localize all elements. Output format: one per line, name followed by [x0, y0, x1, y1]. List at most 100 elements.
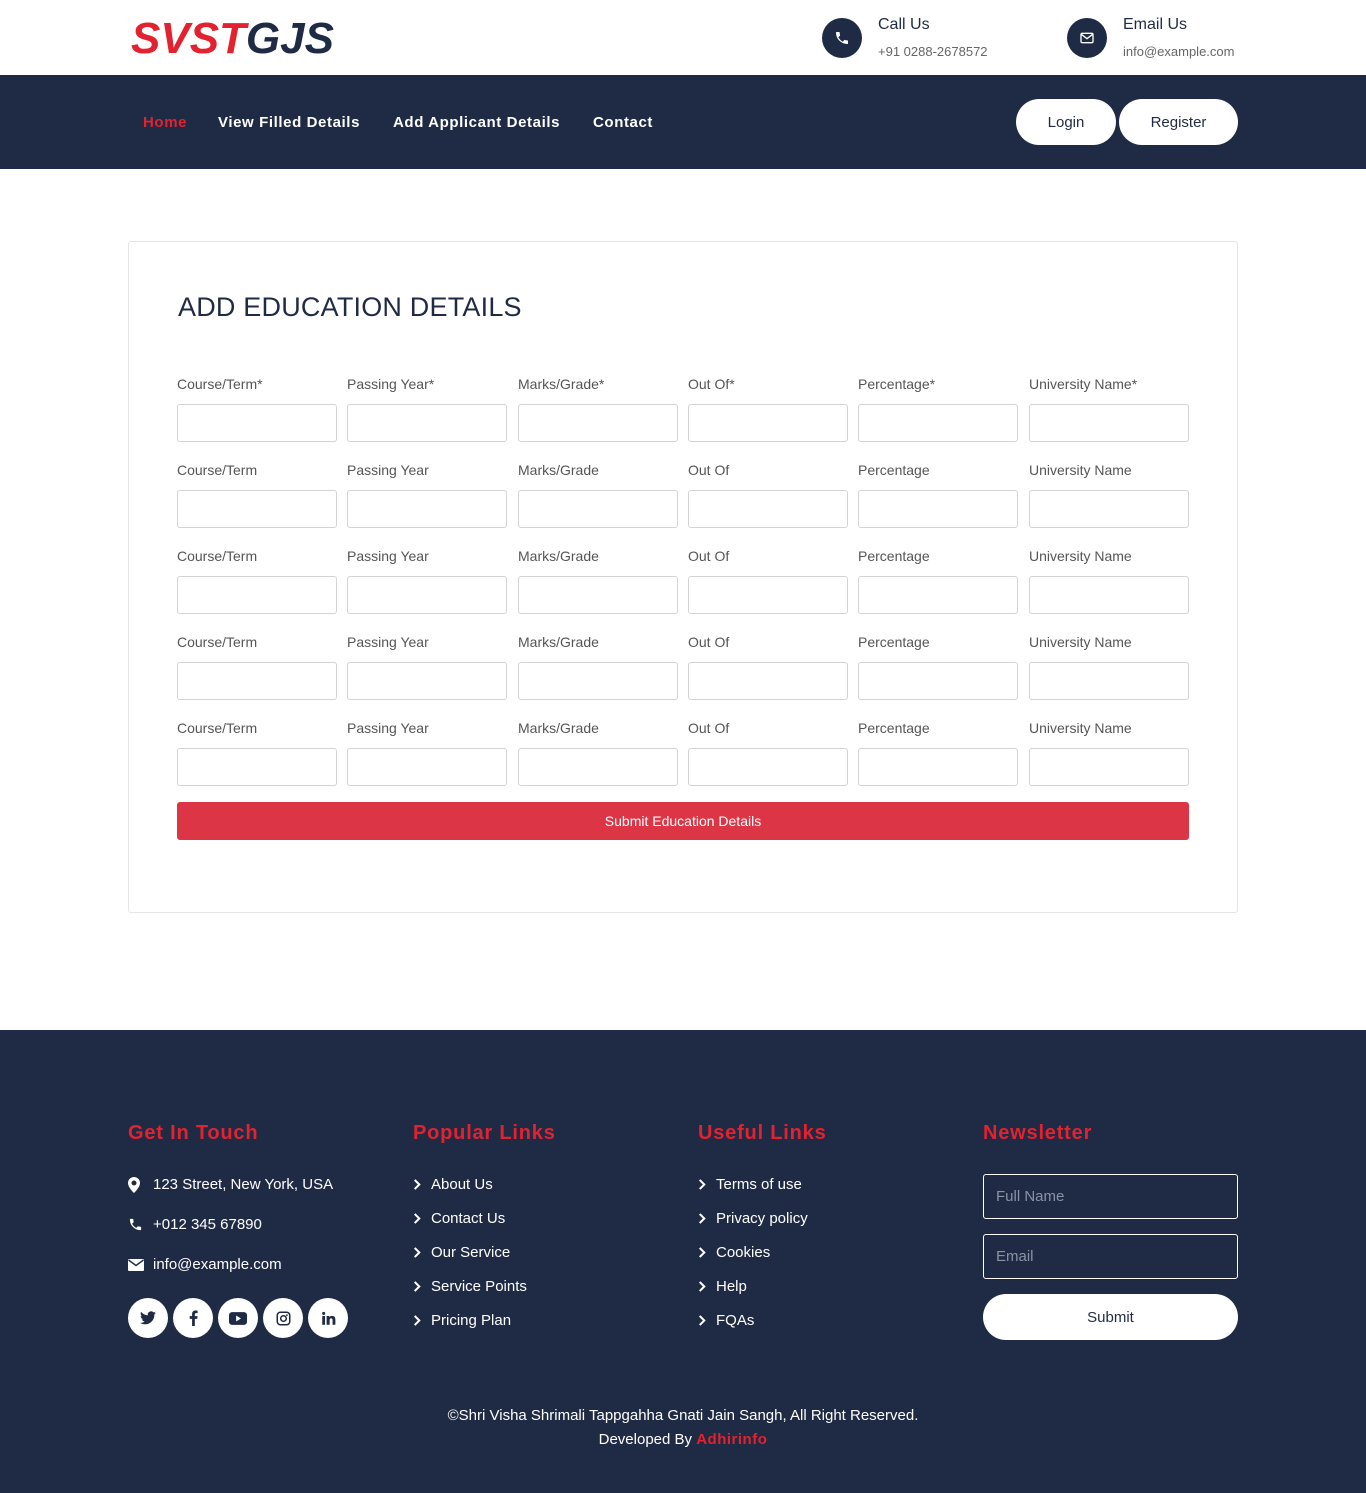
register-button[interactable]: Register — [1119, 99, 1238, 145]
percentage-input[interactable] — [858, 662, 1018, 700]
footer-address: 123 Street, New York, USA — [128, 1176, 333, 1193]
nav-contact[interactable]: Contact — [593, 114, 653, 131]
chevron-right-icon — [698, 1213, 716, 1224]
percentage-input[interactable] — [858, 404, 1018, 442]
marks-grade-input[interactable] — [518, 748, 678, 786]
university-name-input[interactable] — [1029, 490, 1189, 528]
newsletter-email-input[interactable] — [983, 1234, 1238, 1279]
call-us-title: Call Us — [878, 16, 930, 33]
popular-link-label: Pricing Plan — [431, 1312, 512, 1329]
envelope-icon — [1067, 18, 1107, 58]
useful-link[interactable]: Terms of use — [698, 1176, 802, 1193]
nav-home[interactable]: Home — [143, 114, 187, 131]
popular-link[interactable]: About Us — [413, 1176, 493, 1193]
university-name-input[interactable] — [1029, 576, 1189, 614]
marks-grade-label: Marks/Grade — [518, 548, 599, 564]
page-title: ADD EDUCATION DETAILS — [178, 292, 522, 322]
out-of-input[interactable] — [688, 404, 848, 442]
passing-year-label: Passing Year — [347, 634, 429, 650]
useful-link-label: Privacy policy — [716, 1210, 808, 1227]
passing-year-input[interactable] — [347, 404, 507, 442]
useful-link[interactable]: Help — [698, 1278, 747, 1295]
university-name-label: University Name — [1029, 720, 1132, 736]
university-name-input[interactable] — [1029, 748, 1189, 786]
footer-email-text: info@example.com — [153, 1256, 282, 1273]
course-term-input[interactable] — [177, 404, 337, 442]
university-name-input[interactable] — [1029, 662, 1189, 700]
education-form-card: ADD EDUCATION DETAILS Course/Term* Passin… — [128, 241, 1238, 913]
out-of-input[interactable] — [688, 490, 848, 528]
useful-link[interactable]: FQAs — [698, 1312, 754, 1329]
useful-link[interactable]: Cookies — [698, 1244, 770, 1261]
submit-education-button[interactable]: Submit Education Details — [177, 802, 1189, 840]
popular-link-label: Contact Us — [431, 1210, 506, 1227]
passing-year-input[interactable] — [347, 576, 507, 614]
passing-year-input[interactable] — [347, 748, 507, 786]
marks-grade-input[interactable] — [518, 404, 678, 442]
course-term-input[interactable] — [177, 662, 337, 700]
out-of-label: Out Of — [688, 548, 730, 564]
popular-link[interactable]: Pricing Plan — [413, 1312, 511, 1329]
passing-year-label: Passing Year — [347, 462, 429, 478]
useful-link[interactable]: Privacy policy — [698, 1210, 808, 1227]
envelope-icon — [128, 1258, 148, 1271]
useful-link-label: FQAs — [716, 1312, 755, 1329]
top-header: SVSTGJS Call Us +91 0288-2678572 Email U… — [0, 0, 1366, 75]
course-term-label: Course/Term — [177, 634, 258, 650]
popular-link[interactable]: Service Points — [413, 1278, 527, 1295]
nav-add-applicant-details[interactable]: Add Applicant Details — [393, 114, 560, 131]
out-of-input[interactable] — [688, 662, 848, 700]
instagram-icon[interactable] — [263, 1298, 303, 1338]
passing-year-label: Passing Year* — [347, 376, 435, 392]
percentage-label: Percentage — [858, 548, 930, 564]
percentage-label: Percentage — [858, 634, 930, 650]
out-of-label: Out Of — [688, 634, 730, 650]
marks-grade-input[interactable] — [518, 576, 678, 614]
popular-link-label: Our Service — [431, 1244, 511, 1261]
footer-address-text: 123 Street, New York, USA — [153, 1176, 334, 1193]
developer-link[interactable]: Adhirinfo — [696, 1431, 767, 1448]
course-term-input[interactable] — [177, 748, 337, 786]
out-of-label: Out Of* — [688, 376, 735, 392]
percentage-input[interactable] — [858, 576, 1018, 614]
useful-link-label: Cookies — [716, 1244, 771, 1261]
site-logo[interactable]: SVSTGJS — [131, 14, 334, 64]
passing-year-input[interactable] — [347, 490, 507, 528]
useful-link-label: Terms of use — [716, 1176, 802, 1193]
percentage-input[interactable] — [858, 490, 1018, 528]
twitter-icon[interactable] — [128, 1298, 168, 1338]
chevron-right-icon — [413, 1179, 431, 1190]
marks-grade-label: Marks/Grade — [518, 634, 599, 650]
footer-get-in-touch-heading: Get In Touch — [128, 1122, 259, 1144]
chevron-right-icon — [698, 1281, 716, 1292]
youtube-icon[interactable] — [218, 1298, 258, 1338]
course-term-input[interactable] — [177, 576, 337, 614]
newsletter-submit-button[interactable]: Submit — [983, 1294, 1238, 1340]
popular-link[interactable]: Contact Us — [413, 1210, 505, 1227]
university-name-input[interactable] — [1029, 404, 1189, 442]
percentage-label: Percentage — [858, 462, 930, 478]
login-button[interactable]: Login — [1016, 99, 1116, 145]
facebook-icon[interactable] — [173, 1298, 213, 1338]
popular-link[interactable]: Our Service — [413, 1244, 510, 1261]
chevron-right-icon — [698, 1179, 716, 1190]
newsletter-name-input[interactable] — [983, 1174, 1238, 1219]
copyright-text: ©Shri Visha Shrimali Tappgahha Gnati Jai… — [447, 1407, 919, 1424]
phone-icon — [822, 18, 862, 58]
footer-email: info@example.com — [128, 1256, 282, 1273]
footer-popular-links-heading: Popular Links — [413, 1122, 556, 1144]
chevron-right-icon — [413, 1213, 431, 1224]
chevron-right-icon — [698, 1247, 716, 1258]
out-of-input[interactable] — [688, 748, 848, 786]
developed-by-line: Developed By Adhirinfo — [0, 1428, 1366, 1452]
percentage-input[interactable] — [858, 748, 1018, 786]
nav-view-filled-details[interactable]: View Filled Details — [218, 114, 360, 131]
marks-grade-input[interactable] — [518, 490, 678, 528]
linkedin-icon[interactable] — [308, 1298, 348, 1338]
passing-year-input[interactable] — [347, 662, 507, 700]
passing-year-label: Passing Year — [347, 548, 429, 564]
out-of-input[interactable] — [688, 576, 848, 614]
marks-grade-label: Marks/Grade* — [518, 376, 605, 392]
marks-grade-input[interactable] — [518, 662, 678, 700]
course-term-input[interactable] — [177, 490, 337, 528]
